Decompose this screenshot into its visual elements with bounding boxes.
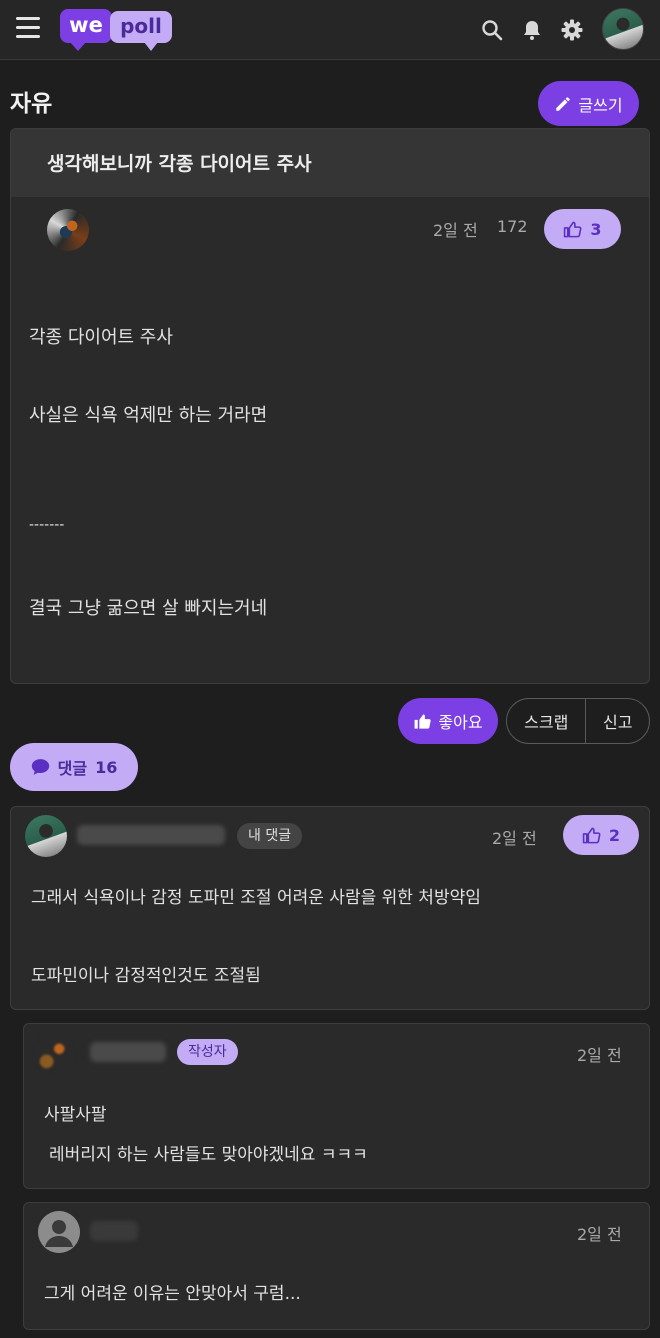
like-button[interactable]: 좋아요 bbox=[398, 698, 498, 744]
comments-label: 댓글 bbox=[57, 759, 88, 778]
comment-text: 그래서 식욕이나 감정 도파민 조절 어려운 사람을 위한 처방약임 bbox=[31, 888, 481, 908]
wepoll-logo[interactable]: we poll bbox=[60, 7, 175, 53]
author-badge: 작성자 bbox=[177, 1039, 238, 1065]
commenter-avatar[interactable] bbox=[34, 1032, 76, 1074]
thumbs-up-icon bbox=[582, 827, 601, 843]
reply-item: 2일 전 그게 어려운 이유는 안맞아서 구럼... bbox=[23, 1202, 650, 1330]
comment-text: 그게 어려운 이유는 안맞아서 구럼... bbox=[44, 1284, 301, 1304]
thumbs-up-icon bbox=[414, 713, 432, 729]
post-action-group: 스크랩 신고 bbox=[506, 698, 650, 744]
bell-icon[interactable] bbox=[520, 18, 544, 42]
default-avatar-icon[interactable] bbox=[38, 1211, 80, 1253]
comment-text: 사팔사팔 bbox=[44, 1105, 107, 1125]
post-body-line: 각종 다이어트 주사 bbox=[29, 327, 173, 348]
board-title: 자유 bbox=[10, 91, 53, 117]
scrap-button[interactable]: 스크랩 bbox=[507, 699, 587, 743]
post-body-line: 사실은 식욕 억제만 하는 거라면 bbox=[29, 405, 268, 426]
logo-we: we bbox=[60, 9, 112, 51]
post-like-count: 3 bbox=[590, 219, 602, 239]
commenter-avatar[interactable] bbox=[25, 815, 67, 857]
chat-bubble-icon bbox=[31, 759, 49, 775]
commenter-name-redacted bbox=[90, 1221, 138, 1241]
post-views: 172 bbox=[497, 217, 528, 236]
comment-like-count: 2 bbox=[608, 825, 621, 845]
like-button-label: 좋아요 bbox=[438, 713, 483, 732]
post-time: 2일 전 bbox=[433, 221, 478, 240]
comment-text: 레버리지 하는 사람들도 맞아야겠네요 ㅋㅋㅋ bbox=[49, 1145, 368, 1165]
post-body-line: 결국 그냥 굶으면 살 빠지는거네 bbox=[29, 598, 268, 619]
gear-icon[interactable] bbox=[560, 18, 584, 42]
search-icon[interactable] bbox=[480, 18, 504, 42]
report-button[interactable]: 신고 bbox=[586, 699, 649, 743]
post-title: 생각해보니까 각종 다이어트 주사 bbox=[11, 129, 649, 197]
menu-icon[interactable] bbox=[16, 17, 40, 39]
user-avatar[interactable] bbox=[602, 8, 644, 50]
comment-time: 2일 전 bbox=[492, 829, 537, 848]
post-card: 생각해보니까 각종 다이어트 주사 2일 전 172 3 각종 다이어트 주사 … bbox=[10, 128, 650, 684]
post-like-button[interactable]: 3 bbox=[544, 209, 621, 249]
top-bar: we poll bbox=[0, 0, 660, 60]
reply-item: 작성자 2일 전 사팔사팔 레버리지 하는 사람들도 맞아야겠네요 ㅋㅋㅋ bbox=[23, 1023, 650, 1189]
comment-text: 도파민이나 감정적인것도 조절됨 bbox=[31, 966, 261, 986]
logo-poll: poll bbox=[110, 11, 172, 51]
comment-like-button[interactable]: 2 bbox=[563, 815, 639, 855]
commenter-name-redacted bbox=[90, 1042, 166, 1062]
my-comment-badge: 내 댓글 bbox=[237, 823, 303, 849]
write-button[interactable]: 글쓰기 bbox=[538, 81, 639, 126]
comment-item: 내 댓글 2일 전 2 그래서 식욕이나 감정 도파민 조절 어려운 사람을 위… bbox=[10, 806, 650, 1010]
comments-count: 16 bbox=[95, 757, 118, 777]
post-body-line: ------- bbox=[29, 517, 65, 533]
comments-toggle[interactable]: 댓글 16 bbox=[10, 743, 138, 791]
pencil-icon bbox=[556, 96, 571, 111]
thumbs-up-icon bbox=[564, 221, 582, 237]
comment-time: 2일 전 bbox=[577, 1225, 622, 1244]
comment-time: 2일 전 bbox=[577, 1046, 622, 1065]
commenter-name-redacted bbox=[77, 825, 225, 845]
author-avatar[interactable] bbox=[47, 209, 89, 251]
write-button-label: 글쓰기 bbox=[578, 95, 623, 115]
